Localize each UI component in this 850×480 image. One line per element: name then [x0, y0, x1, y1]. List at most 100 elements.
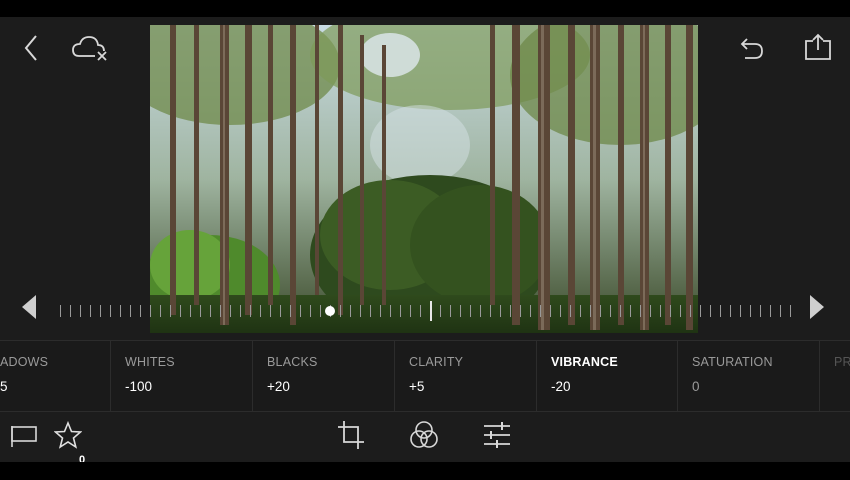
- share-button[interactable]: [800, 29, 836, 65]
- slider-tick: [150, 305, 151, 317]
- slider-tick: [110, 305, 111, 317]
- slider-tick: [410, 305, 411, 317]
- slider-tick: [360, 305, 361, 317]
- slider-tick: [710, 305, 711, 317]
- flag-icon: [11, 426, 37, 447]
- sliders-icon: [484, 422, 510, 448]
- share-icon: [805, 33, 831, 60]
- color-circles-icon: [410, 421, 438, 448]
- slider-tick: [500, 305, 501, 317]
- slider-tick: [240, 305, 241, 317]
- adjustment-vibrance[interactable]: VIBRANCE -20: [537, 341, 678, 411]
- slider-tick: [560, 305, 561, 317]
- slider-tick: [350, 305, 351, 317]
- forest-photo: [150, 25, 698, 333]
- adjustment-presence[interactable]: PR: [820, 341, 850, 411]
- slider-tick: [130, 305, 131, 317]
- slider-tick: [720, 305, 721, 317]
- slider-tick: [620, 305, 621, 317]
- slider-tick: [260, 305, 261, 317]
- adjustment-value: -100: [125, 379, 153, 394]
- slider-tick: [300, 305, 301, 317]
- slider-tick: [170, 305, 171, 317]
- photo-editor-app: ADOWS 5 WHITES -100 BLACKS +20 CLARITY +…: [0, 17, 850, 462]
- slider-thumb[interactable]: [325, 306, 336, 316]
- undo-button[interactable]: [734, 31, 768, 65]
- adjustment-label: WHITES: [125, 355, 175, 369]
- slider-increase-arrow[interactable]: [810, 295, 824, 319]
- adjustment-value: 0: [692, 379, 700, 394]
- adjustment-slider[interactable]: [0, 293, 850, 327]
- adjustment-label: BLACKS: [267, 355, 318, 369]
- adjustment-blacks[interactable]: BLACKS +20: [253, 341, 395, 411]
- flag-button[interactable]: [6, 421, 40, 451]
- slider-tick: [530, 305, 531, 317]
- slider-tick: [490, 305, 491, 317]
- slider-tick: [310, 305, 311, 317]
- adjustment-whites[interactable]: WHITES -100: [111, 341, 253, 411]
- slider-tick: [450, 305, 451, 317]
- adjustment-label: VIBRANCE: [551, 355, 618, 369]
- slider-tick: [600, 305, 601, 317]
- slider-tick: [480, 305, 481, 317]
- slider-tick: [510, 305, 511, 317]
- slider-tick: [730, 305, 731, 317]
- adjustment-shadows[interactable]: ADOWS 5: [0, 341, 111, 411]
- slider-tick: [580, 305, 581, 317]
- slider-tick: [570, 305, 571, 317]
- adjustment-saturation[interactable]: SATURATION 0: [678, 341, 820, 411]
- slider-tick: [290, 305, 291, 317]
- slider-tick: [200, 305, 201, 317]
- back-button[interactable]: [18, 31, 44, 65]
- slider-tick: [420, 305, 421, 317]
- star-icon: [54, 421, 82, 449]
- slider-tick: [230, 305, 231, 317]
- crop-button[interactable]: [334, 417, 368, 453]
- adjustment-value: 5: [0, 379, 8, 394]
- slider-tick: [80, 305, 81, 317]
- slider-tick: [280, 305, 281, 317]
- slider-tick: [610, 305, 611, 317]
- slider-tick: [750, 305, 751, 317]
- adjustment-value: +5: [409, 379, 425, 394]
- slider-tick: [790, 305, 791, 317]
- photo-preview[interactable]: [150, 25, 698, 333]
- undo-icon: [740, 38, 763, 59]
- slider-tick: [780, 305, 781, 317]
- slider-tick: [770, 305, 771, 317]
- adjustment-value: +20: [267, 379, 290, 394]
- slider-tick: [140, 305, 141, 317]
- bottom-toolbar: 0: [0, 411, 850, 462]
- slider-tick: [470, 305, 471, 317]
- slider-tick: [90, 305, 91, 317]
- color-button[interactable]: [406, 417, 442, 453]
- slider-tick: [390, 305, 391, 317]
- slider-tick: [540, 305, 541, 317]
- adjustment-value: -20: [551, 379, 571, 394]
- slider-tick: [270, 305, 271, 317]
- adjustment-label: CLARITY: [409, 355, 464, 369]
- adjust-button[interactable]: [479, 417, 515, 453]
- rating-button[interactable]: [52, 419, 84, 451]
- slider-tick: [740, 305, 741, 317]
- slider-tick: [640, 305, 641, 317]
- slider-decrease-arrow[interactable]: [22, 295, 36, 319]
- slider-tick: [160, 305, 161, 317]
- slider-tick: [400, 305, 401, 317]
- cloud-sync-button[interactable]: [70, 31, 110, 65]
- slider-tick: [340, 305, 341, 317]
- slider-tick: [70, 305, 71, 317]
- slider-track[interactable]: [60, 299, 791, 321]
- slider-tick: [250, 305, 251, 317]
- adjustment-clarity[interactable]: CLARITY +5: [395, 341, 537, 411]
- slider-tick: [550, 305, 551, 317]
- slider-tick: [190, 305, 191, 317]
- slider-tick: [120, 305, 121, 317]
- slider-tick: [320, 305, 321, 317]
- slider-tick: [680, 305, 681, 317]
- slider-tick: [180, 305, 181, 317]
- cloud-sync-off-icon: [72, 36, 107, 61]
- adjustment-label: PR: [834, 355, 850, 369]
- slider-tick: [700, 305, 701, 317]
- slider-tick: [760, 305, 761, 317]
